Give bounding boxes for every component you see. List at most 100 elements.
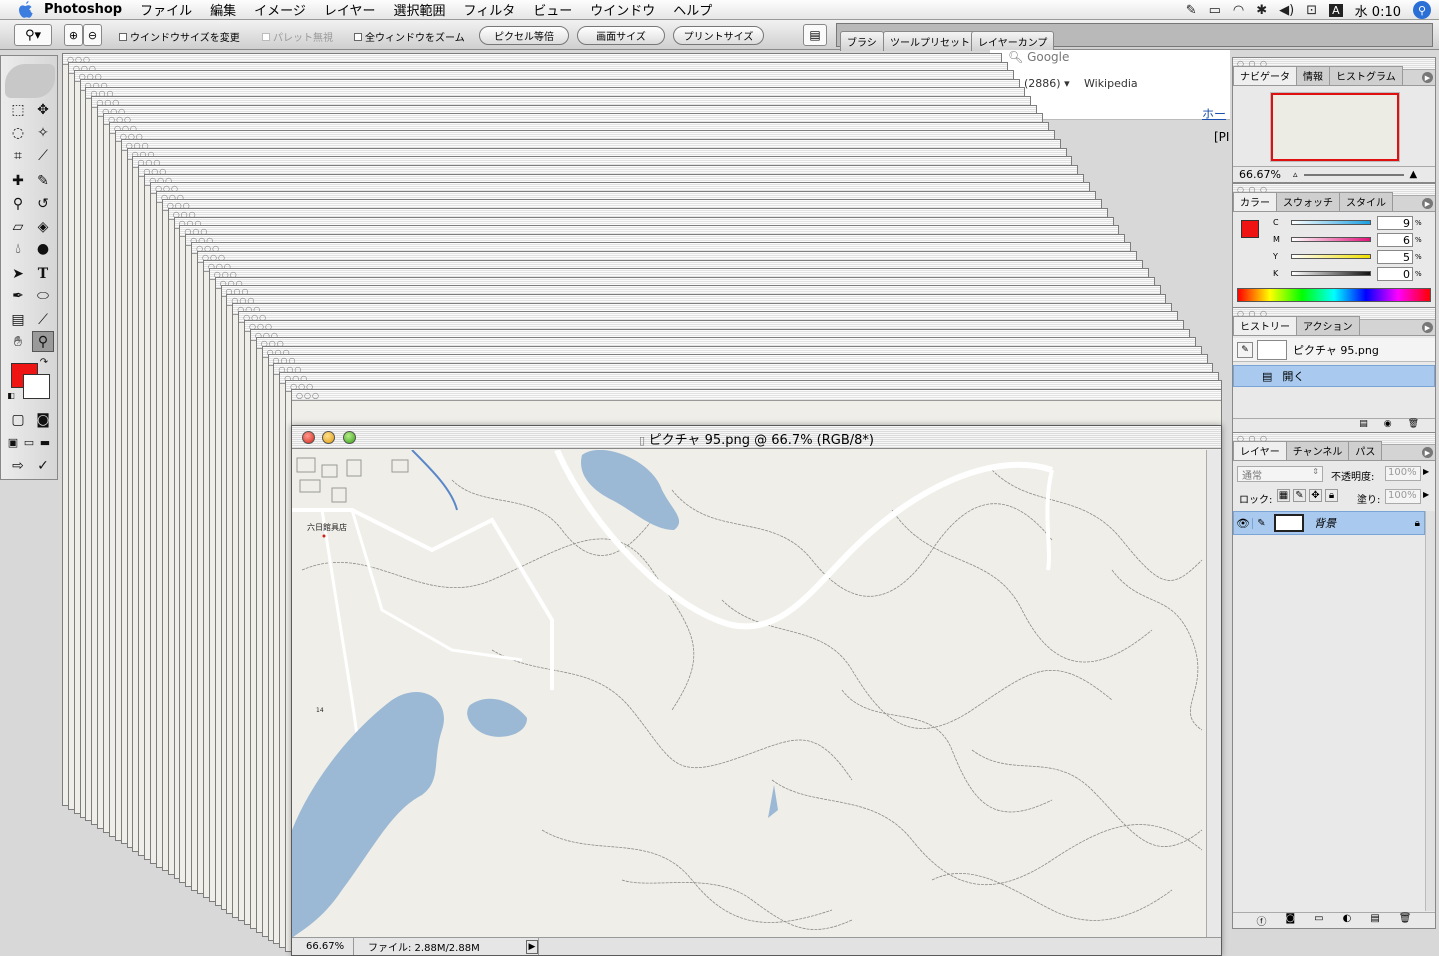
new-snapshot-icon[interactable]: ◉ — [1384, 419, 1392, 432]
magic-wand-tool-icon[interactable]: ✧ — [32, 122, 54, 143]
well-tab-brushes[interactable]: ブラシ — [840, 31, 884, 51]
hand-tool-icon[interactable]: ✋︎ — [7, 331, 29, 352]
zoom-tool-icon[interactable]: ⚲ — [32, 331, 54, 352]
palette-menu-icon[interactable]: ▶ — [1422, 447, 1433, 458]
new-layer-icon[interactable]: ▤ — [1370, 913, 1379, 928]
volume-icon[interactable]: ◀) — [1279, 3, 1294, 18]
tab-swatches[interactable]: スウォッチ — [1276, 192, 1340, 211]
color-ramp[interactable] — [1237, 288, 1431, 302]
color-slider-m[interactable]: M 6% — [1273, 232, 1433, 247]
menu-file[interactable]: ファイル — [131, 0, 201, 19]
screen-mode-full-menu-icon[interactable]: ▭ — [21, 432, 37, 453]
lock-pixels-icon[interactable]: ✎ — [1293, 489, 1306, 502]
history-snapshot-row[interactable]: ✎ ピクチャ 95.png — [1233, 338, 1435, 362]
lock-all-icon[interactable]: 🔒︎ — [1325, 489, 1338, 502]
color-channel-value[interactable]: 5 — [1377, 249, 1413, 264]
tab-channels[interactable]: チャンネル — [1285, 441, 1350, 460]
background-color-swatch[interactable] — [23, 374, 50, 399]
default-colors-icon[interactable]: ◧ — [6, 390, 16, 400]
document-proxy-icon[interactable]: ▯ — [639, 434, 649, 447]
dodge-tool-icon[interactable]: ● — [32, 238, 54, 259]
brush-link-icon[interactable]: ✎ — [1252, 517, 1270, 529]
notes-tool-icon[interactable]: ▤ — [7, 309, 29, 330]
quick-mask-mode-icon[interactable]: ◙ — [32, 409, 54, 430]
screen-mode-standard-icon[interactable]: ▣ — [5, 432, 21, 453]
bookmark-wikipedia[interactable]: Wikipedia — [1084, 77, 1138, 90]
color-channel-bar[interactable] — [1291, 237, 1371, 242]
well-tab-layer-comps[interactable]: レイヤーカンプ — [971, 31, 1055, 51]
ignore-palettes-checkbox[interactable]: パレット無視 — [262, 29, 333, 44]
browser-search-field[interactable]: 🔍︎ Google — [1008, 50, 1069, 64]
status-zoom-field[interactable]: 66.67% — [292, 938, 354, 955]
tab-navigator[interactable]: ナビゲータ — [1233, 66, 1297, 85]
browser-home-link[interactable]: ホー — [1202, 105, 1226, 122]
actual-pixels-button[interactable]: ピクセル等倍 — [479, 26, 569, 45]
display-icon[interactable]: ⊡ — [1306, 3, 1317, 18]
opacity-field[interactable]: 100% — [1385, 466, 1421, 481]
history-step-row[interactable]: ▤ 開く — [1233, 365, 1435, 387]
pen-tool-icon[interactable]: ✒ — [7, 285, 29, 306]
navigator-zoom-field[interactable]: 66.67% — [1233, 168, 1293, 181]
bluetooth-icon[interactable]: ✱ — [1256, 3, 1267, 18]
imageready-icon[interactable]: ✓ — [32, 455, 54, 476]
layer-mask-icon[interactable]: ◙ — [1285, 913, 1295, 928]
tab-paths[interactable]: パス — [1348, 441, 1383, 460]
menu-select[interactable]: 選択範囲 — [385, 0, 455, 19]
new-document-icon[interactable]: ▤ — [1359, 419, 1368, 432]
fit-screen-button[interactable]: 画面サイズ — [577, 26, 665, 45]
document-title-bar[interactable]: ▯ ピクチャ 95.png @ 66.7% (RGB/8*) — [292, 426, 1221, 449]
print-size-button[interactable]: プリントサイズ — [673, 26, 764, 45]
document-canvas[interactable]: 六日館具店 14 — [292, 450, 1207, 938]
lock-position-icon[interactable]: ✥ — [1309, 489, 1322, 502]
clone-stamp-tool-icon[interactable]: ⚲ — [7, 193, 29, 214]
menu-filter[interactable]: フィルタ — [455, 0, 525, 19]
fill-arrow-icon[interactable]: ▶ — [1423, 490, 1429, 499]
menu-layer[interactable]: レイヤー — [315, 0, 385, 19]
wifi-icon[interactable]: ◠ — [1233, 3, 1244, 18]
color-channel-value[interactable]: 9 — [1377, 215, 1413, 230]
menu-edit[interactable]: 編集 — [201, 0, 245, 19]
opacity-arrow-icon[interactable]: ▶ — [1423, 467, 1429, 476]
color-channel-bar[interactable] — [1291, 220, 1371, 225]
photoshop-feather-icon[interactable] — [5, 64, 55, 98]
tab-history[interactable]: ヒストリー — [1233, 316, 1297, 335]
file-browser-icon[interactable]: ▤ — [803, 24, 827, 46]
well-tab-tool-presets[interactable]: ツールプリセット — [883, 31, 977, 51]
menu-app-name[interactable]: Photoshop — [36, 2, 131, 17]
marquee-tool-icon[interactable]: ⬚ — [7, 99, 29, 120]
ellipse-tool-icon[interactable]: ⬭ — [32, 285, 54, 306]
palette-menu-icon[interactable]: ▶ — [1422, 198, 1433, 209]
slice-tool-icon[interactable]: ⟋ — [32, 145, 54, 166]
paint-bucket-tool-icon[interactable]: ◈ — [32, 216, 54, 237]
stacked-window-titlebar[interactable]: ○○○ — [292, 389, 1221, 401]
menu-help[interactable]: ヘルプ — [664, 0, 721, 19]
healing-brush-tool-icon[interactable]: ✚ — [7, 170, 29, 191]
color-slider-k[interactable]: K 0% — [1273, 266, 1433, 281]
menu-view[interactable]: ビュー — [524, 0, 581, 19]
jump-to-imageready-icon[interactable]: ⇨ — [7, 455, 29, 476]
script-icon[interactable]: ✎ — [1186, 3, 1197, 18]
lasso-tool-icon[interactable]: ◌ — [7, 122, 29, 143]
zoom-tool-preset-icon[interactable]: ⚲▾ — [14, 24, 52, 46]
fill-field[interactable]: 100% — [1385, 489, 1421, 504]
layer-row[interactable]: 👁︎ ✎ 背景 🔒︎ — [1233, 511, 1425, 535]
tab-styles[interactable]: スタイル — [1339, 192, 1393, 211]
battery-icon[interactable]: ▭ — [1209, 3, 1221, 18]
tab-layers[interactable]: レイヤー — [1233, 441, 1287, 460]
color-channel-bar[interactable] — [1291, 271, 1371, 276]
trash-icon[interactable]: 🗑︎ — [1399, 913, 1412, 928]
eyedropper-tool-icon[interactable]: ⟋ — [32, 309, 54, 330]
input-method-icon[interactable]: A — [1329, 3, 1343, 17]
adjustment-layer-icon[interactable]: ◐ — [1343, 913, 1352, 928]
color-foreground-swatch[interactable] — [1241, 220, 1259, 238]
zoom-out-icon[interactable]: ⊖ — [83, 24, 102, 46]
tab-info[interactable]: 情報 — [1296, 66, 1330, 85]
status-menu-arrow-icon[interactable]: ▶ — [526, 939, 538, 954]
spotlight-icon[interactable]: ⚲ — [1413, 1, 1431, 19]
new-group-icon[interactable]: ▭ — [1314, 913, 1323, 928]
tab-actions[interactable]: アクション — [1296, 316, 1360, 335]
blend-mode-select[interactable]: 通常 ⇕ — [1237, 466, 1323, 482]
window-buttons-icon[interactable]: ○○○ — [296, 391, 320, 400]
color-channel-value[interactable]: 0 — [1377, 266, 1413, 281]
navigator-zoom-out-icon[interactable]: ▵ — [1293, 170, 1298, 180]
